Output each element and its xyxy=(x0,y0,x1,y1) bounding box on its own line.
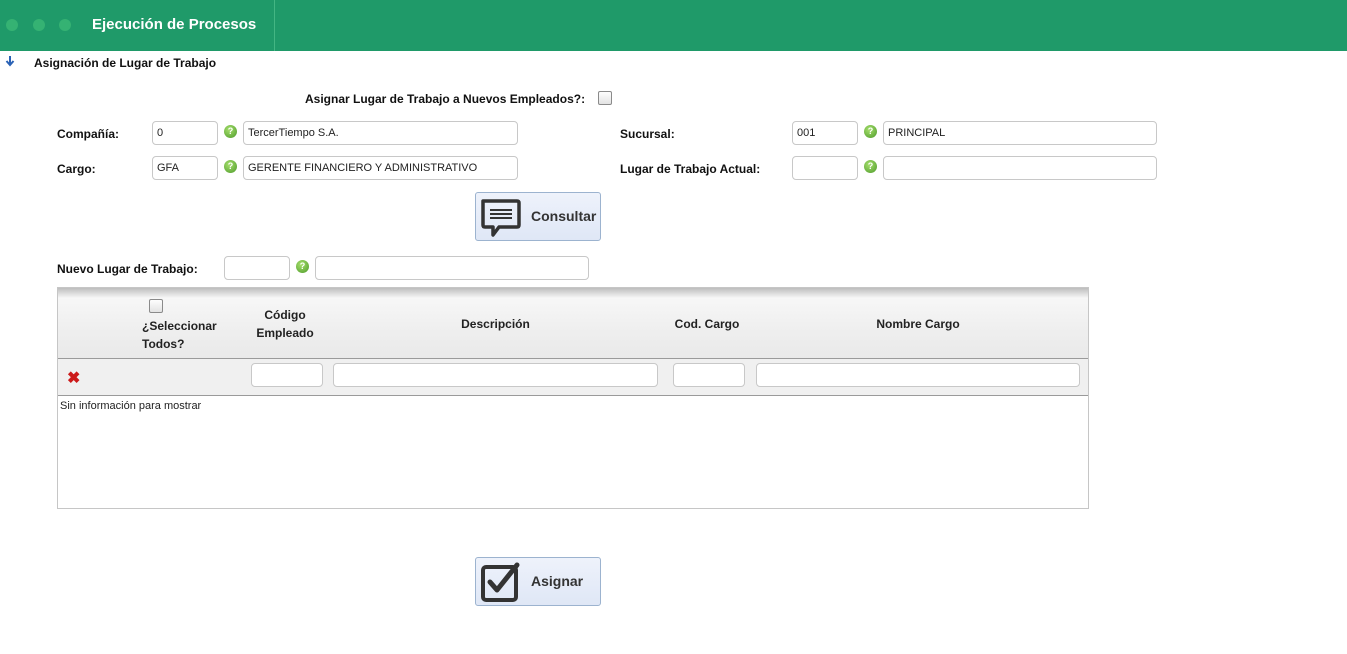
cargo-name-input[interactable]: GERENTE FINANCIERO Y ADMINISTRATIVO xyxy=(243,156,518,180)
help-icon[interactable]: ? xyxy=(864,125,877,138)
nuevo-lugar-code-input[interactable] xyxy=(224,256,290,280)
checkbox-check-icon xyxy=(481,562,520,602)
empty-message: Sin información para mostrar xyxy=(60,400,202,412)
help-icon[interactable]: ? xyxy=(224,125,237,138)
employees-grid: ¿Seleccionar Todos? Código Empleado Desc… xyxy=(57,287,1089,509)
compania-code-input[interactable]: 0 xyxy=(152,121,218,145)
col-descripcion-header[interactable]: Descripción xyxy=(333,315,658,333)
asignar-button-label: Asignar xyxy=(531,573,584,589)
col-cod-cargo-header[interactable]: Cod. Cargo xyxy=(670,315,744,333)
help-icon[interactable]: ? xyxy=(296,260,309,273)
col-codigo-header[interactable]: Código Empleado xyxy=(250,306,320,342)
compania-name-input[interactable]: TercerTiempo S.A. xyxy=(243,121,518,145)
consultar-button-label: Consultar xyxy=(531,208,597,224)
help-icon[interactable]: ? xyxy=(864,160,877,173)
col-nombre-cargo-header[interactable]: Nombre Cargo xyxy=(756,315,1080,333)
lugar-actual-code-input[interactable] xyxy=(792,156,858,180)
cargo-label: Cargo: xyxy=(57,162,96,176)
speech-bubble-icon xyxy=(481,199,521,237)
compania-label: Compañía: xyxy=(57,127,120,141)
sucursal-code-input[interactable]: 001 xyxy=(792,121,858,145)
header-divider xyxy=(274,0,275,51)
asignar-nuevos-label: Asignar Lugar de Trabajo a Nuevos Emplea… xyxy=(305,92,586,106)
asignar-nuevos-checkbox[interactable] xyxy=(598,91,612,105)
consultar-button[interactable]: Consultar xyxy=(475,192,601,241)
window-dot xyxy=(33,19,45,31)
lugar-actual-label: Lugar de Trabajo Actual: xyxy=(620,162,761,176)
sucursal-name-input[interactable]: PRINCIPAL xyxy=(883,121,1157,145)
filter-nombre-cargo-input[interactable] xyxy=(756,363,1080,387)
window-dot xyxy=(6,19,18,31)
sucursal-label: Sucursal: xyxy=(620,127,675,141)
lugar-actual-name-input[interactable] xyxy=(883,156,1157,180)
app-title: Ejecución de Procesos xyxy=(92,16,257,33)
select-all-checkbox[interactable] xyxy=(149,299,163,313)
grid-header: ¿Seleccionar Todos? Código Empleado Desc… xyxy=(58,288,1088,359)
section-title: Asignación de Lugar de Trabajo xyxy=(34,56,217,70)
clear-filter-icon[interactable]: ✖ xyxy=(67,368,80,388)
cargo-code-input[interactable]: GFA xyxy=(152,156,218,180)
asignar-button[interactable]: Asignar xyxy=(475,557,601,606)
nuevo-lugar-label: Nuevo Lugar de Trabajo: xyxy=(57,262,198,276)
top-bar: Ejecución de Procesos xyxy=(0,0,1347,51)
filter-codigo-input[interactable] xyxy=(251,363,323,387)
collapse-arrow-icon[interactable] xyxy=(4,55,16,67)
filter-descripcion-input[interactable] xyxy=(333,363,658,387)
help-icon[interactable]: ? xyxy=(224,160,237,173)
col-seleccionar-header: ¿Seleccionar Todos? xyxy=(142,319,217,351)
window-dot xyxy=(59,19,71,31)
nuevo-lugar-name-input[interactable] xyxy=(315,256,589,280)
filter-cod-cargo-input[interactable] xyxy=(673,363,745,387)
